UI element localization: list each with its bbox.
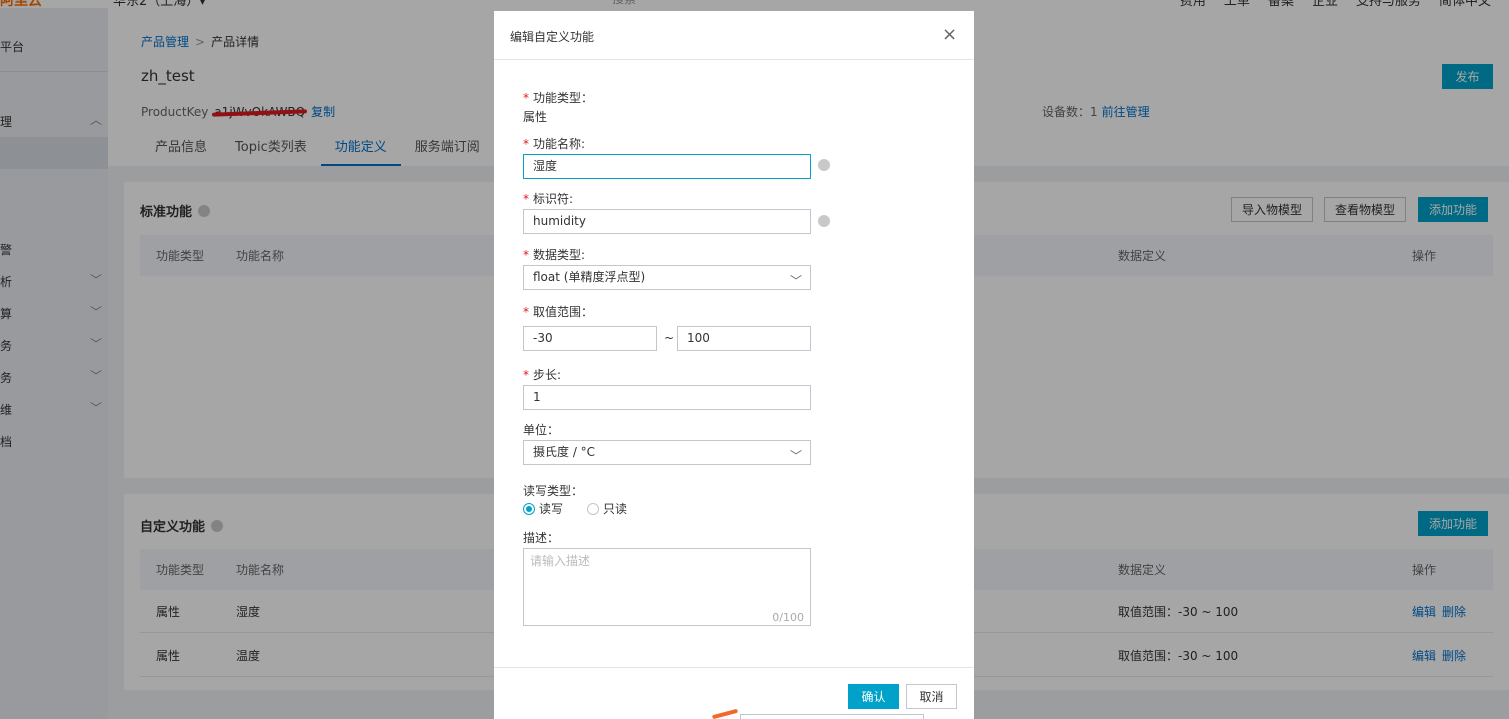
- data-type-value: float (单精度浮点型): [533, 270, 646, 284]
- unit-select[interactable]: 摄氏度 / °C ﹀: [523, 440, 811, 465]
- cancel-button[interactable]: 取消: [906, 684, 957, 709]
- edit-custom-function-dialog: 编辑自定义功能 × * 功能类型： 属性 * 功能名称: 湿度 * 标识符: humi…: [494, 11, 974, 719]
- required-mark: *: [523, 368, 529, 382]
- required-mark: *: [523, 305, 529, 319]
- dialog-footer-divider: [494, 667, 974, 668]
- required-mark: *: [523, 91, 529, 105]
- function-name-label: * 功能名称:: [523, 135, 585, 152]
- chevron-down-icon: ﹀: [789, 449, 802, 463]
- data-type-select[interactable]: float (单精度浮点型) ﹀: [523, 265, 811, 290]
- dialog-title: 编辑自定义功能: [510, 30, 595, 44]
- range-min-input[interactable]: -30: [523, 326, 657, 351]
- function-type-label: * 功能类型：: [523, 89, 593, 106]
- step-label-text: 步长:: [533, 368, 562, 382]
- unit-value: 摄氏度 / °C: [533, 445, 596, 459]
- function-name-input[interactable]: 湿度: [523, 154, 811, 179]
- radio-read-only-label: 只读: [603, 502, 628, 516]
- data-type-label: * 数据类型:: [523, 246, 585, 263]
- close-icon[interactable]: ×: [942, 25, 957, 45]
- required-mark: *: [523, 248, 529, 262]
- data-type-label-text: 数据类型:: [533, 248, 586, 262]
- radio-unchecked-icon: [587, 503, 599, 515]
- rw-type-label: 读写类型：: [523, 484, 584, 498]
- chevron-down-icon: ﹀: [789, 274, 802, 288]
- description-placeholder: 请输入描述: [530, 554, 591, 568]
- function-type-label-text: 功能类型：: [533, 91, 594, 105]
- range-max-input[interactable]: 100: [677, 326, 811, 351]
- radio-read-only[interactable]: 只读: [587, 500, 627, 517]
- identifier-input[interactable]: humidity: [523, 209, 811, 234]
- popup-edge: [740, 714, 924, 719]
- function-name-label-text: 功能名称:: [533, 137, 586, 151]
- radio-read-write-label: 读写: [539, 502, 564, 516]
- step-input[interactable]: 1: [523, 385, 811, 410]
- dialog-header: 编辑自定义功能 ×: [494, 11, 974, 60]
- radio-checked-icon: [523, 503, 535, 515]
- required-mark: *: [523, 192, 529, 206]
- confirm-button[interactable]: 确认: [848, 684, 899, 709]
- unit-label: 单位：: [523, 423, 560, 437]
- range-separator: ~: [664, 331, 675, 345]
- help-icon[interactable]: [818, 215, 830, 227]
- description-label: 描述：: [523, 531, 560, 545]
- range-label-text: 取值范围：: [533, 305, 594, 319]
- step-label: * 步长:: [523, 366, 561, 383]
- function-type-value: 属性: [523, 110, 548, 124]
- required-mark: *: [523, 137, 529, 151]
- identifier-label-text: 标识符:: [533, 192, 574, 206]
- range-label: * 取值范围：: [523, 303, 593, 320]
- help-icon[interactable]: [818, 159, 830, 171]
- identifier-label: * 标识符:: [523, 190, 573, 207]
- description-textarea[interactable]: 请输入描述 0/100: [523, 548, 811, 626]
- character-count: 0/100: [772, 611, 804, 624]
- radio-read-write[interactable]: 读写: [523, 500, 563, 517]
